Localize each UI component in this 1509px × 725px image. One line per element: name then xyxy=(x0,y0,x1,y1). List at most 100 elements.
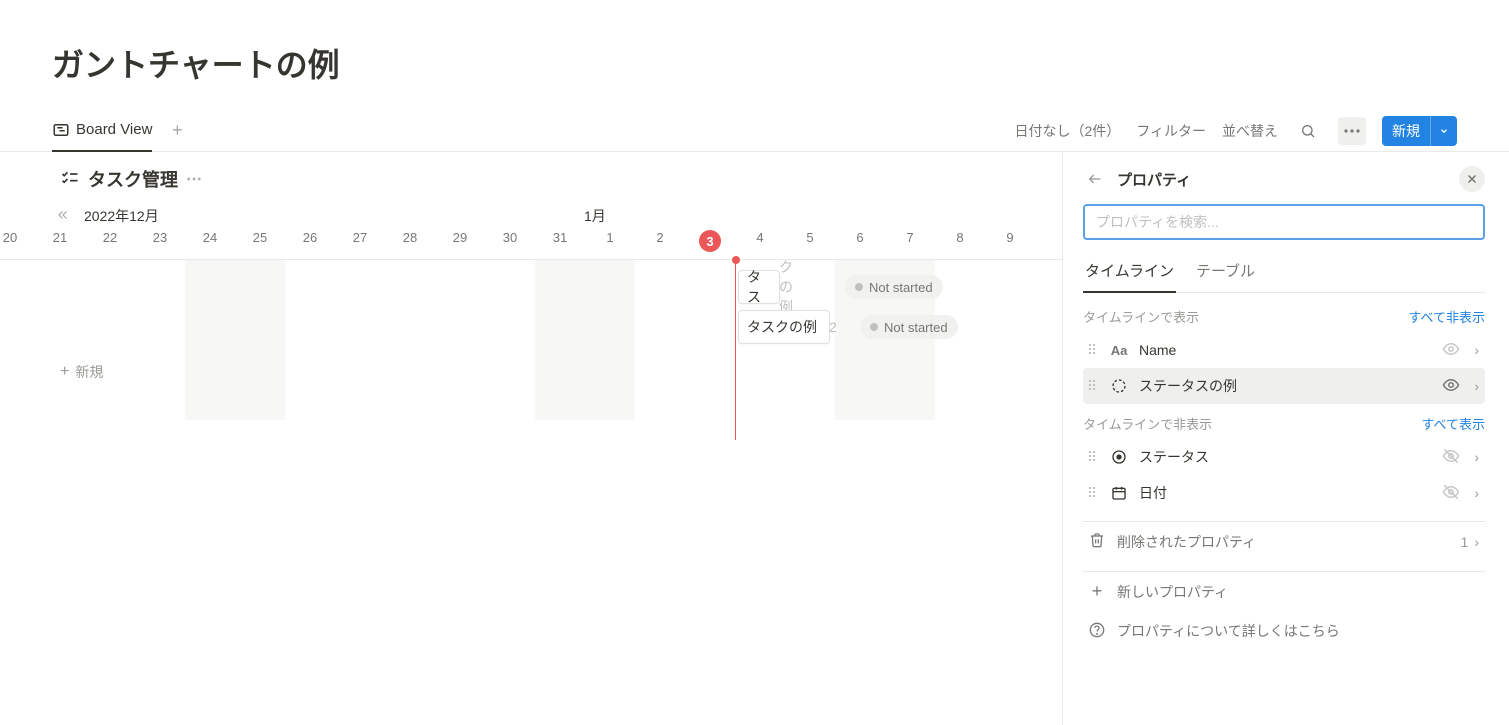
more-icon xyxy=(1344,129,1360,133)
day-cell: 4 xyxy=(735,230,785,245)
show-all-button[interactable]: すべて表示 xyxy=(1421,414,1485,433)
day-cell: 30 xyxy=(485,230,535,245)
month-label-right: 1月 xyxy=(584,206,606,226)
prop-label: ステータスの例 xyxy=(1139,376,1432,396)
tab-label: Board View xyxy=(76,121,152,138)
day-cell: 29 xyxy=(435,230,485,245)
day-cell: 20 xyxy=(0,230,35,245)
target-icon xyxy=(1109,449,1129,465)
search-button[interactable] xyxy=(1294,117,1322,145)
drag-handle-icon[interactable]: ⠿ xyxy=(1085,449,1099,466)
chevron-right-icon: › xyxy=(1474,449,1479,465)
help-icon xyxy=(1089,622,1105,641)
task-bar[interactable]: タスクの例 xyxy=(738,270,780,304)
deleted-label: 削除されたプロパティ xyxy=(1117,532,1256,552)
learn-more-row[interactable]: プロパティについて詳しくはこちら xyxy=(1083,611,1485,651)
status-badge: Not started xyxy=(845,275,943,299)
day-cell: 8 xyxy=(935,230,985,245)
chevron-right-icon: › xyxy=(1474,378,1479,394)
new-button-dropdown[interactable] xyxy=(1430,116,1457,146)
new-button-label: 新規 xyxy=(1382,121,1430,141)
day-cell: 22 xyxy=(85,230,135,245)
day-cell: 31 xyxy=(535,230,585,245)
chevron-right-icon: › xyxy=(1474,342,1479,358)
day-cell: 24 xyxy=(185,230,235,245)
eye-icon[interactable] xyxy=(1442,340,1460,361)
day-cell: 25 xyxy=(235,230,285,245)
weekend-shade xyxy=(185,260,285,420)
eye-off-icon[interactable] xyxy=(1442,447,1460,468)
new-property-row[interactable]: + 新しいプロパティ xyxy=(1083,571,1485,611)
drag-handle-icon[interactable]: ⠿ xyxy=(1085,485,1099,502)
add-view-button[interactable]: + xyxy=(166,120,188,142)
scroll-left-icon[interactable] xyxy=(56,208,70,225)
database-more[interactable]: ⋯ xyxy=(186,169,202,189)
today-line xyxy=(735,260,736,440)
panel-title: プロパティ xyxy=(1117,169,1191,190)
no-date-filter[interactable]: 日付なし（2件） xyxy=(1014,121,1120,141)
prop-label: Name xyxy=(1139,342,1432,358)
chevron-down-icon xyxy=(1439,126,1449,136)
day-cell: 26 xyxy=(285,230,335,245)
day-cell: 27 xyxy=(335,230,385,245)
arrow-left-icon xyxy=(1087,171,1103,187)
timeline-area: タスク管理 ⋯ 2022年12月 1月 20212223242526272829… xyxy=(0,152,1063,725)
new-row-button[interactable]: + 新規 xyxy=(60,362,103,382)
prop-row-status[interactable]: ⠿ ステータス › xyxy=(1083,439,1485,475)
eye-off-icon[interactable] xyxy=(1442,483,1460,504)
timeline-icon xyxy=(52,121,70,139)
day-cell: 3 xyxy=(685,230,735,252)
prop-row-status-example[interactable]: ⠿ ステータスの例 › xyxy=(1083,368,1485,404)
day-cell: 6 xyxy=(835,230,885,245)
database-title[interactable]: タスク管理 xyxy=(88,166,178,192)
new-button[interactable]: 新規 xyxy=(1382,116,1457,146)
section-shown-label: タイムラインで表示 xyxy=(1083,307,1199,326)
filter-button[interactable]: フィルター xyxy=(1136,121,1206,141)
prop-row-date[interactable]: ⠿ 日付 › xyxy=(1083,475,1485,511)
calendar-icon xyxy=(1109,485,1129,501)
panel-tab-table[interactable]: テーブル xyxy=(1194,254,1257,293)
days-header: 202122232425262728293031123456789 xyxy=(0,230,1062,260)
section-hidden-label: タイムラインで非表示 xyxy=(1083,414,1212,433)
property-search-input[interactable] xyxy=(1086,207,1482,237)
chevron-right-icon: › xyxy=(1474,485,1479,501)
drag-handle-icon[interactable]: ⠿ xyxy=(1085,378,1099,395)
properties-panel: プロパティ タイムライン テーブル タイムラインで表示 すべて非表示 ⠿ Aa … xyxy=(1063,152,1509,725)
deleted-properties-row[interactable]: 削除されたプロパティ 1› xyxy=(1083,521,1485,561)
prop-row-name[interactable]: ⠿ Aa Name › xyxy=(1083,332,1485,368)
panel-back-button[interactable] xyxy=(1083,171,1107,187)
day-cell: 23 xyxy=(135,230,185,245)
day-cell: 28 xyxy=(385,230,435,245)
new-property-label: 新しいプロパティ xyxy=(1117,582,1228,602)
day-cell: 5 xyxy=(785,230,835,245)
task-bar[interactable]: タスクの例2 xyxy=(738,310,830,344)
drag-handle-icon[interactable]: ⠿ xyxy=(1085,342,1099,359)
hide-all-button[interactable]: すべて非表示 xyxy=(1408,307,1485,326)
day-cell: 21 xyxy=(35,230,85,245)
panel-close-button[interactable] xyxy=(1459,166,1485,192)
trash-icon xyxy=(1089,532,1105,551)
panel-tab-timeline[interactable]: タイムライン xyxy=(1083,254,1176,293)
deleted-count: 1 xyxy=(1461,534,1469,550)
eye-icon[interactable] xyxy=(1442,376,1460,397)
plus-icon: + xyxy=(1089,581,1105,602)
gantt-rows: + 新規 タスクの例 Not started タスクの例2 Not started xyxy=(0,260,1062,430)
close-icon xyxy=(1466,173,1478,185)
view-toolbar: Board View + 日付なし（2件） フィルター 並べ替え 新規 xyxy=(0,110,1509,152)
weekend-shade xyxy=(535,260,635,420)
month-label-left: 2022年12月 xyxy=(84,206,159,226)
tab-board-view[interactable]: Board View xyxy=(52,110,152,152)
day-cell: 2 xyxy=(635,230,685,245)
more-button[interactable] xyxy=(1338,117,1366,145)
new-row-label: 新規 xyxy=(75,362,103,382)
day-cell: 9 xyxy=(985,230,1035,245)
sort-button[interactable]: 並べ替え xyxy=(1222,121,1278,141)
day-cell: 1 xyxy=(585,230,635,245)
status-property-icon xyxy=(1109,378,1129,394)
page-title: ガントチャートの例 xyxy=(0,0,1509,110)
checklist-icon xyxy=(60,169,80,189)
text-property-icon: Aa xyxy=(1109,343,1129,358)
status-badge: Not started xyxy=(860,315,958,339)
search-icon xyxy=(1300,123,1316,139)
prop-label: ステータス xyxy=(1139,447,1432,467)
